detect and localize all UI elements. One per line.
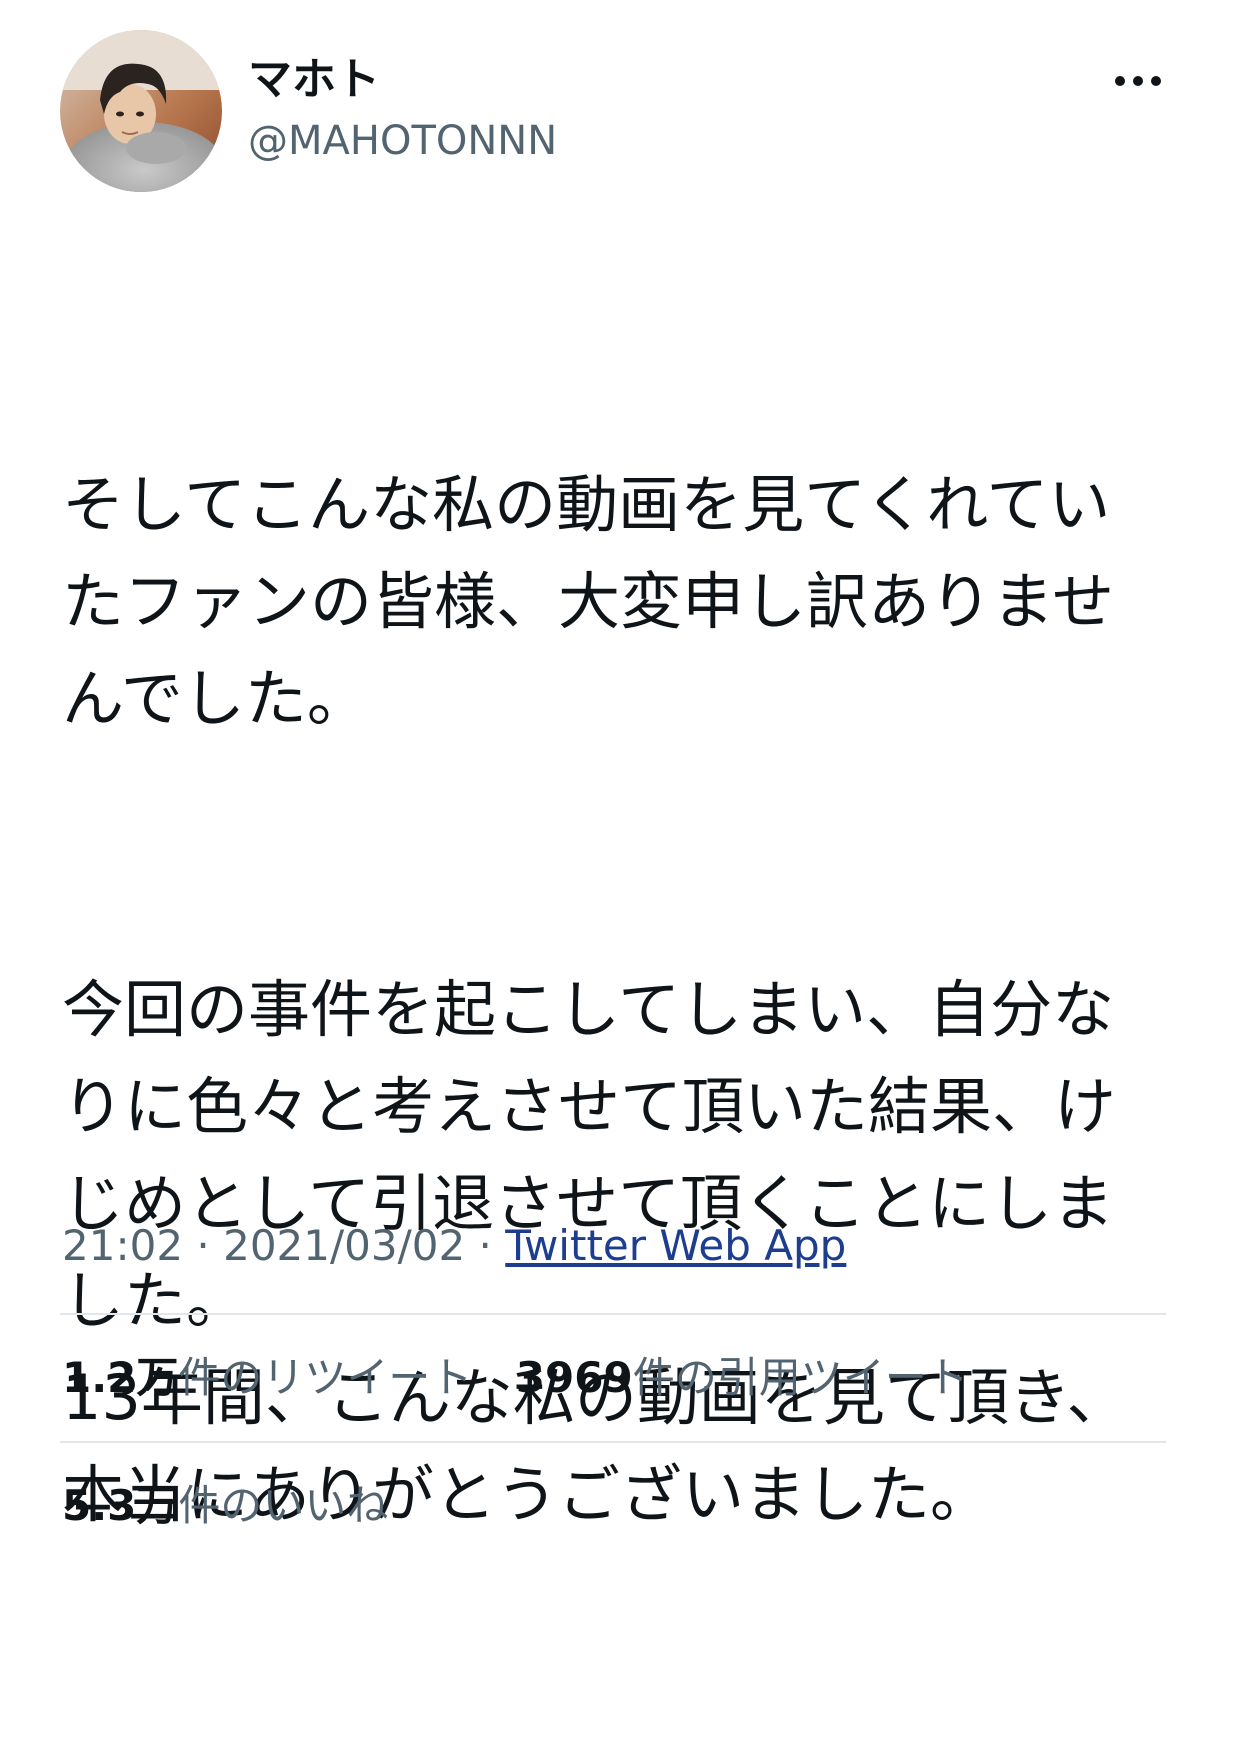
quote-label: 件の引用ツイート <box>632 1353 969 1402</box>
profile-photo <box>60 30 222 192</box>
quote-count: 3969 <box>515 1353 633 1402</box>
likes-row: 5.3万件のいいね <box>62 1476 388 1536</box>
meta-separator: · <box>465 1221 506 1270</box>
tweet-meta: 21:02 · 2021/03/02 · Twitter Web App <box>62 1216 846 1276</box>
tweet-paragraph: そしてこんな私の動画を見てくれていたファンの皆様、大変申し訳ありませんでした。 <box>62 468 1115 735</box>
avatar[interactable] <box>60 30 222 192</box>
retweet-count: 1.2万 <box>62 1353 179 1402</box>
engagement-row: 1.2万件のリツイート 3969件の引用ツイート <box>62 1348 969 1408</box>
source-link[interactable]: Twitter Web App <box>505 1221 846 1270</box>
meta-separator: · <box>183 1221 224 1270</box>
like-label: 件のいいね <box>178 1481 389 1530</box>
like-count: 5.3万 <box>62 1481 179 1530</box>
likes-stat[interactable]: 5.3万件のいいね <box>62 1481 388 1530</box>
ellipsis-icon <box>1115 76 1161 86</box>
user-handle[interactable]: @MAHOTONNN <box>248 114 557 168</box>
tweet-date[interactable]: 2021/03/02 <box>223 1221 465 1270</box>
tweet-time[interactable]: 21:02 <box>62 1221 183 1270</box>
quotes-stat[interactable]: 3969件の引用ツイート <box>516 1353 969 1402</box>
retweets-stat[interactable]: 1.2万件のリツイート <box>62 1353 472 1402</box>
more-options-button[interactable] <box>1106 54 1170 108</box>
divider <box>60 1313 1166 1315</box>
display-name[interactable]: マホト <box>248 52 380 108</box>
divider <box>60 1441 1166 1443</box>
tweet-card: マホト @MAHOTONNN そしてこんな私の動画を見てくれていたファンの皆様、… <box>0 0 1240 1589</box>
retweet-label: 件のリツイート <box>178 1353 473 1402</box>
